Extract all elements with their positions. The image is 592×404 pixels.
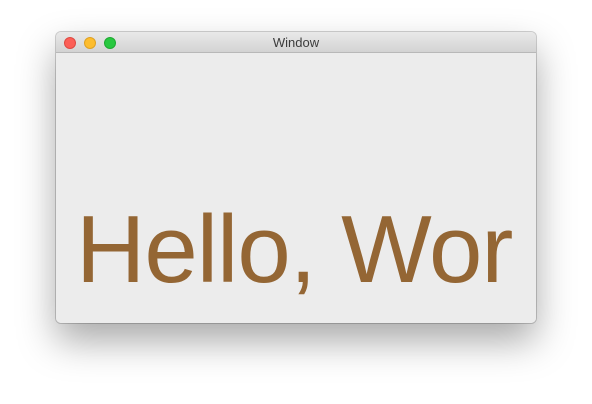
window-title: Window bbox=[272, 35, 320, 50]
title-bar[interactable]: Window bbox=[56, 32, 536, 53]
greeting-text: Hello, Wor bbox=[76, 196, 513, 303]
content-area: Hello, Wor bbox=[56, 53, 536, 323]
app-window: Window Hello, Wor bbox=[56, 32, 536, 323]
